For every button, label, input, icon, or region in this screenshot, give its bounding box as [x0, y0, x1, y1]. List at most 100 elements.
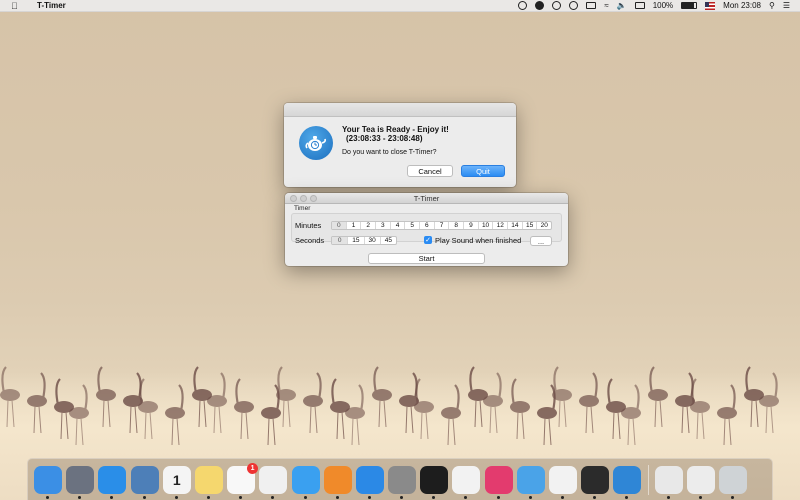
menu-clock[interactable]: Mon 23:08 — [723, 1, 761, 10]
running-indicator — [593, 495, 597, 499]
downloads-stack-icon[interactable] — [686, 465, 715, 499]
running-indicator — [78, 495, 82, 499]
ibooks-icon[interactable] — [323, 465, 352, 499]
running-indicator — [239, 495, 243, 499]
minutes-option-8[interactable]: 8 — [449, 222, 465, 229]
running-indicator — [698, 495, 702, 499]
minutes-option-0[interactable]: 0 — [332, 222, 347, 229]
minutes-option-1[interactable]: 1 — [347, 222, 362, 229]
play-sound-checkbox[interactable]: ✓ — [424, 236, 432, 244]
minutes-option-12[interactable]: 12 — [493, 222, 509, 229]
minutes-option-20[interactable]: 20 — [537, 222, 551, 229]
documents-stack-icon[interactable] — [654, 465, 683, 499]
running-indicator — [464, 495, 468, 499]
running-indicator — [142, 495, 146, 499]
launchpad-icon[interactable] — [66, 465, 95, 499]
minutes-segmented-control: 0 1 2 3 4 5 6 7 8 9 10 12 14 15 20 — [331, 221, 552, 230]
flamingo-silhouette — [399, 372, 419, 434]
minutes-option-10[interactable]: 10 — [479, 222, 494, 229]
flamingo-silhouette — [717, 384, 737, 446]
flamingo-silhouette — [648, 366, 668, 428]
running-indicator — [110, 495, 114, 499]
input-source-icon[interactable] — [705, 1, 716, 10]
airplay-icon[interactable] — [586, 2, 597, 9]
sync-icon[interactable] — [518, 1, 528, 10]
photos-icon[interactable] — [259, 465, 288, 499]
xcode-icon[interactable] — [516, 465, 545, 499]
trash-icon[interactable] — [718, 465, 747, 499]
window-titlebar[interactable]: T-Timer — [285, 193, 568, 204]
minutes-option-3[interactable]: 3 — [376, 222, 391, 229]
messages-icon[interactable] — [291, 465, 320, 499]
terminal-icon[interactable] — [420, 465, 449, 499]
flamingo-silhouette — [468, 366, 488, 428]
seconds-option-45[interactable]: 45 — [381, 237, 396, 244]
chrome-icon[interactable] — [549, 465, 577, 499]
flamingo-silhouette — [606, 378, 626, 440]
flamingo-silhouette — [510, 378, 530, 440]
messenger-icon[interactable] — [535, 1, 545, 10]
minutes-option-15[interactable]: 15 — [523, 222, 538, 229]
running-indicator — [174, 495, 178, 499]
battery-icon[interactable] — [681, 2, 698, 9]
t-timer-icon[interactable] — [613, 465, 642, 499]
teapot-timer-icon — [299, 126, 333, 160]
spotlight-icon[interactable]: ⚲ — [769, 1, 775, 10]
flamingo-silhouette — [303, 372, 323, 434]
running-indicator — [303, 495, 307, 499]
apple-menu-icon[interactable]:  — [11, 0, 19, 12]
wifi-icon[interactable]: ≈ — [604, 1, 608, 10]
flamingo-silhouette — [744, 366, 764, 428]
minutes-option-6[interactable]: 6 — [420, 222, 435, 229]
safari-icon[interactable] — [98, 465, 127, 499]
flamingo-silhouette — [0, 366, 20, 428]
t-timer-window: T-Timer Timer Minutes 0 1 2 3 4 5 6 7 8 9 10 12 14 15… — [285, 193, 568, 266]
minutes-option-7[interactable]: 7 — [435, 222, 450, 229]
flamingo-silhouette — [345, 384, 365, 446]
wunderlist-icon[interactable] — [484, 465, 513, 499]
running-indicator — [335, 495, 339, 499]
clock-status-icon[interactable] — [569, 1, 579, 10]
choose-sound-button[interactable]: ... — [530, 236, 552, 246]
app-menu[interactable]: T-Timer — [37, 1, 66, 10]
activity-monitor-icon[interactable] — [581, 465, 610, 499]
notes-icon[interactable] — [194, 465, 223, 499]
flamingo-silhouette — [675, 372, 695, 434]
reminders-icon[interactable]: 1 — [227, 462, 259, 499]
flamingo-silhouette — [27, 372, 47, 434]
app-store-icon[interactable] — [355, 465, 384, 499]
cancel-button[interactable]: Cancel — [407, 165, 453, 177]
preview-icon[interactable] — [130, 465, 159, 499]
flamingo-silhouette — [207, 372, 227, 434]
display-icon[interactable] — [634, 2, 645, 9]
flamingo-silhouette — [690, 378, 710, 440]
minutes-option-5[interactable]: 5 — [405, 222, 421, 229]
seconds-option-30[interactable]: 30 — [365, 237, 381, 244]
status-icon[interactable] — [552, 1, 562, 10]
volume-icon[interactable]: 🔈 — [617, 1, 627, 10]
running-indicator — [496, 495, 500, 499]
itunes-icon[interactable] — [452, 465, 481, 499]
calendar-icon[interactable]: 1 — [162, 465, 191, 499]
quit-button[interactable]: Quit — [461, 165, 505, 177]
alert-title: Your Tea is Ready - Enjoy it! — [342, 125, 449, 134]
system-preferences-icon[interactable] — [388, 465, 417, 499]
finder-icon[interactable] — [34, 465, 62, 499]
running-indicator — [625, 495, 629, 499]
running-indicator — [400, 495, 404, 499]
minutes-option-9[interactable]: 9 — [464, 222, 479, 229]
notification-badge: 1 — [247, 462, 259, 474]
flamingo-silhouette — [54, 378, 74, 440]
alert-time-range: (23:08:33 - 23:08:48) — [346, 134, 423, 143]
running-indicator — [432, 495, 436, 499]
seconds-option-0[interactable]: 0 — [332, 237, 349, 244]
notification-center-icon[interactable]: ☰ — [783, 1, 790, 10]
minutes-option-2[interactable]: 2 — [361, 222, 377, 229]
running-indicator — [206, 495, 210, 499]
seconds-option-15[interactable]: 15 — [348, 237, 365, 244]
start-button[interactable]: Start — [368, 253, 485, 264]
flamingo-silhouette — [165, 384, 185, 446]
minutes-option-4[interactable]: 4 — [391, 222, 406, 229]
battery-percent[interactable]: 100% — [653, 1, 673, 10]
minutes-option-14[interactable]: 14 — [508, 222, 523, 229]
